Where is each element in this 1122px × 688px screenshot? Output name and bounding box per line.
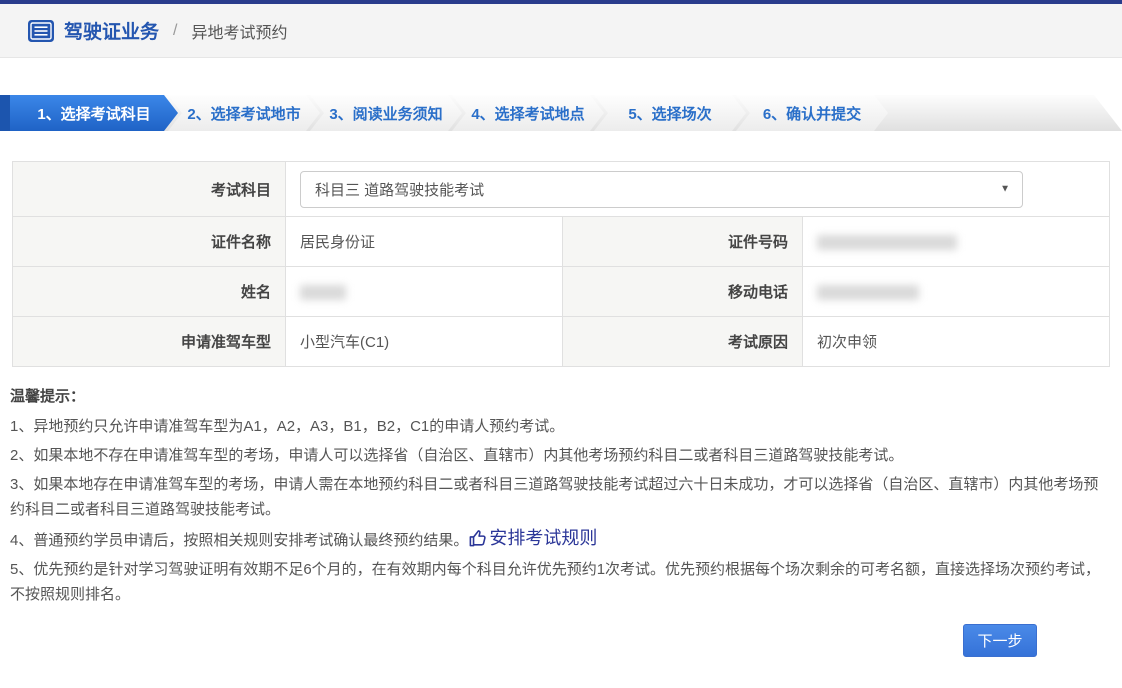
cert-number-value [803,217,1110,267]
thumb-up-icon [468,529,487,548]
step-3-read-notice[interactable]: 3、阅读业务须知 [310,95,462,131]
name-label: 姓名 [13,267,286,317]
exam-subject-label: 考试科目 [13,162,286,217]
vehicle-type-label: 申请准驾车型 [13,317,286,367]
tip-item-2: 2、如果本地不存在申请准驾车型的考场，申请人可以选择省（自治区、直辖市）内其他考… [10,443,1110,468]
exam-subject-select[interactable]: 科目三 道路驾驶技能考试 ▼ [300,171,1023,208]
tip-item-3: 3、如果本地存在申请准驾车型的考场，申请人需在本地预约科目二或者科目三道路驾驶技… [10,472,1110,522]
page-title: 异地考试预约 [191,19,287,43]
cert-name-value: 居民身份证 [286,217,563,267]
chevron-down-icon[interactable]: ▼ [1000,184,1010,195]
exam-reason-label: 考试原因 [563,317,803,367]
name-value [286,267,563,317]
cert-number-label: 证件号码 [563,217,803,267]
step-wizard: 1、选择考试科目 2、选择考试地市 3、阅读业务须知 4、选择考试地点 5、选择… [0,95,1122,131]
breadcrumb: 驾驶证业务 / 异地考试预约 [0,4,1122,58]
tip-item-5: 5、优先预约是针对学习驾驶证明有效期不足6个月的，在有效期内每个科目允许优先预约… [10,557,1110,607]
next-step-button[interactable]: 下一步 [963,624,1037,657]
step-6-confirm-submit[interactable]: 6、确认并提交 [736,95,888,131]
exam-subject-cell: 科目三 道路驾驶技能考试 ▼ [286,162,1110,217]
tips-section: 温馨提示： 1、异地预约只允许申请准驾车型为A1，A2，A3，B1，B2，C1的… [10,385,1110,607]
tip-item-4: 4、普通预约学员申请后，按照相关规则安排考试确认最终预约结果。 安排考试规则 [10,526,1110,553]
redacted-name [300,285,346,300]
tip-item-4-text: 4、普通预约学员申请后，按照相关规则安排考试确认最终预约结果。 [10,532,468,549]
step-5-select-session[interactable]: 5、选择场次 [594,95,746,131]
redacted-mobile [817,285,919,300]
tips-title: 温馨提示： [10,385,1110,406]
table-row: 证件名称 居民身份证 证件号码 [13,217,1110,267]
exam-subject-value: 科目三 道路驾驶技能考试 [315,179,484,200]
mobile-value [803,267,1110,317]
table-row: 姓名 移动电话 [13,267,1110,317]
table-row: 考试科目 科目三 道路驾驶技能考试 ▼ [13,162,1110,217]
list-icon [28,20,54,42]
exam-rules-link-label: 安排考试规则 [489,526,597,551]
exam-reason-value: 初次申领 [803,317,1110,367]
table-row: 申请准驾车型 小型汽车(C1) 考试原因 初次申领 [13,317,1110,367]
exam-rules-link[interactable]: 安排考试规则 [468,526,597,551]
cert-name-label: 证件名称 [13,217,286,267]
step-bar-cap [0,95,10,131]
step-4-select-location[interactable]: 4、选择考试地点 [452,95,604,131]
step-2-select-city[interactable]: 2、选择考试地市 [168,95,320,131]
tip-item-1: 1、异地预约只允许申请准驾车型为A1，A2，A3，B1，B2，C1的申请人预约考… [10,414,1110,439]
step-1-select-subject[interactable]: 1、选择考试科目 [10,95,178,131]
breadcrumb-root[interactable]: 驾驶证业务 [64,17,159,44]
breadcrumb-separator: / [173,22,177,40]
vehicle-type-value: 小型汽车(C1) [286,317,563,367]
mobile-label: 移动电话 [563,267,803,317]
redacted-cert-number [817,235,957,250]
applicant-info-table: 考试科目 科目三 道路驾驶技能考试 ▼ 证件名称 居民身份证 证件号码 姓名 移… [12,161,1110,367]
